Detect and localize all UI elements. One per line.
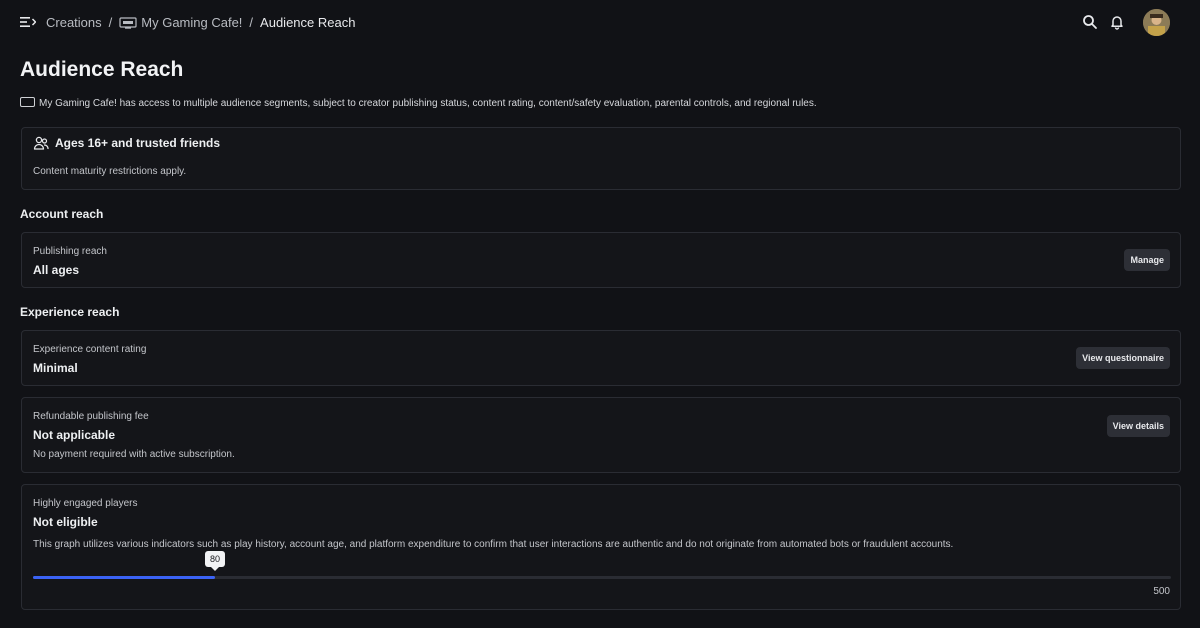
breadcrumb-creations[interactable]: Creations [46,15,102,30]
avatar[interactable] [1143,9,1170,36]
content-rating-label: Experience content rating [33,344,147,355]
top-bar: Creations / My Gaming Cafe! / Audience R… [0,0,1200,44]
engagement-progress-tooltip: 80 [204,551,226,571]
publishing-reach-value: All ages [33,263,80,277]
menu-collapse-icon[interactable] [20,15,36,29]
search-icon[interactable] [1082,14,1098,30]
view-details-button[interactable]: View details [1106,415,1170,437]
manage-button[interactable]: Manage [1124,249,1170,271]
publishing-reach-label: Publishing reach [33,246,107,257]
engagement-progress-fill [33,576,215,579]
monitor-icon [20,97,35,107]
engaged-players-label: Highly engaged players [33,498,138,509]
breadcrumb-separator: / [249,15,254,30]
monitor-icon [119,16,137,29]
breadcrumb: Creations / My Gaming Cafe! / Audience R… [46,15,355,30]
intro-text: My Gaming Cafe! has access to multiple a… [20,97,817,109]
audience-title: Ages 16+ and trusted friends [55,136,221,150]
engagement-progress-max: 500 [1153,586,1170,597]
engagement-progress-track: 80 [33,551,1171,579]
view-questionnaire-button[interactable]: View questionnaire [1076,347,1170,369]
publishing-fee-label: Refundable publishing fee [33,411,149,422]
publishing-fee-card: Refundable publishing fee Not applicable… [21,397,1181,473]
content-rating-value: Minimal [33,361,78,375]
account-reach-heading: Account reach [20,207,104,221]
audience-note: Content maturity restrictions apply. [33,166,187,177]
publishing-fee-value: Not applicable [33,428,116,442]
breadcrumb-experience[interactable]: My Gaming Cafe! [141,15,242,30]
users-icon [33,136,49,150]
breadcrumb-current: Audience Reach [260,15,356,30]
content-rating-card: Experience content rating Minimal View q… [21,330,1181,386]
bell-icon[interactable] [1109,14,1125,30]
engaged-players-value: Not eligible [33,515,98,529]
publishing-fee-note: No payment required with active subscrip… [33,449,235,460]
experience-reach-heading: Experience reach [20,305,120,319]
intro-description: My Gaming Cafe! has access to multiple a… [39,98,817,109]
audience-card: Ages 16+ and trusted friends Content mat… [21,127,1181,190]
engaged-players-note: This graph utilizes various indicators s… [33,539,954,550]
page-title: Audience Reach [20,58,184,81]
breadcrumb-separator: / [108,15,113,30]
publishing-reach-card: Publishing reach All ages Manage [21,232,1181,288]
engaged-players-card: Highly engaged players Not eligible This… [21,484,1181,610]
